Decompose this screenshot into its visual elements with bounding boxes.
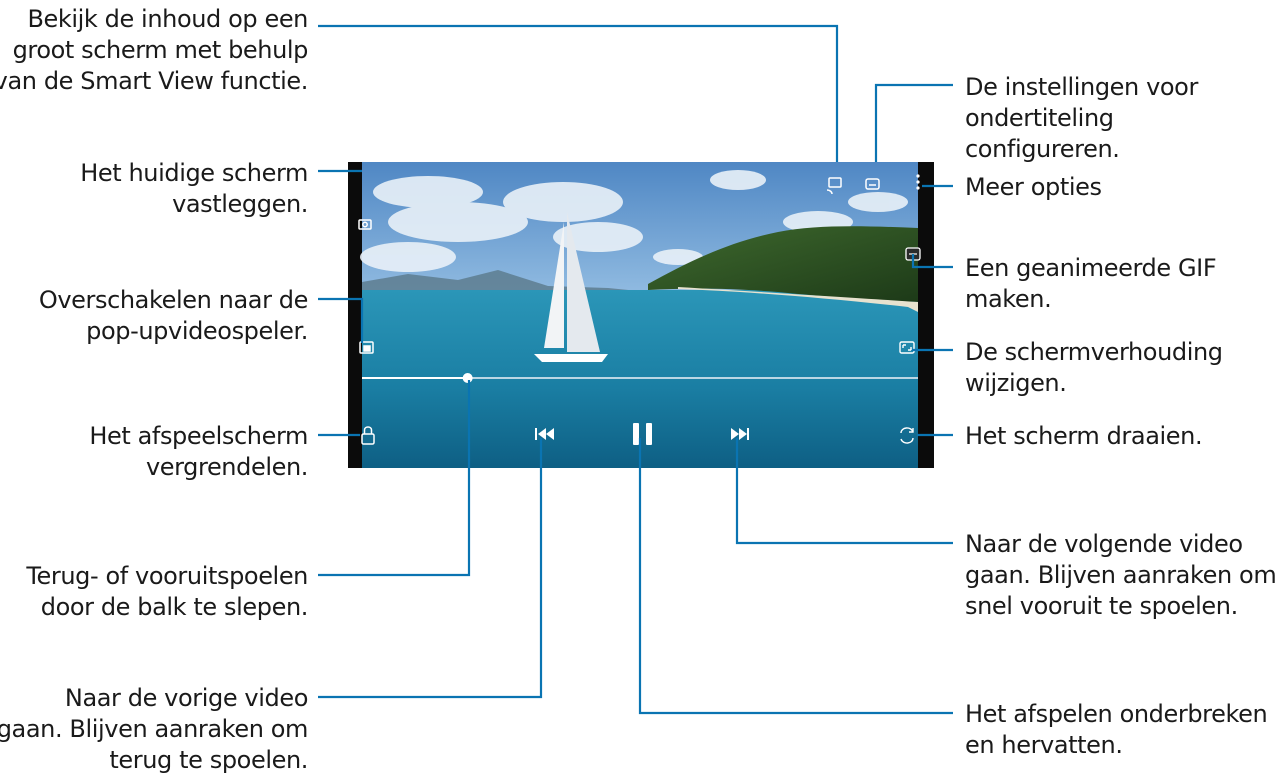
leader-popup-player bbox=[318, 297, 364, 343]
leader-previous bbox=[318, 438, 543, 699]
leader-lines bbox=[318, 24, 953, 715]
leader-seek bbox=[318, 380, 471, 577]
leader-pause bbox=[638, 438, 953, 715]
leader-subtitles bbox=[874, 83, 953, 162]
leader-next bbox=[735, 438, 953, 545]
leader-smart-view bbox=[318, 24, 839, 162]
leader-gif bbox=[911, 254, 953, 269]
